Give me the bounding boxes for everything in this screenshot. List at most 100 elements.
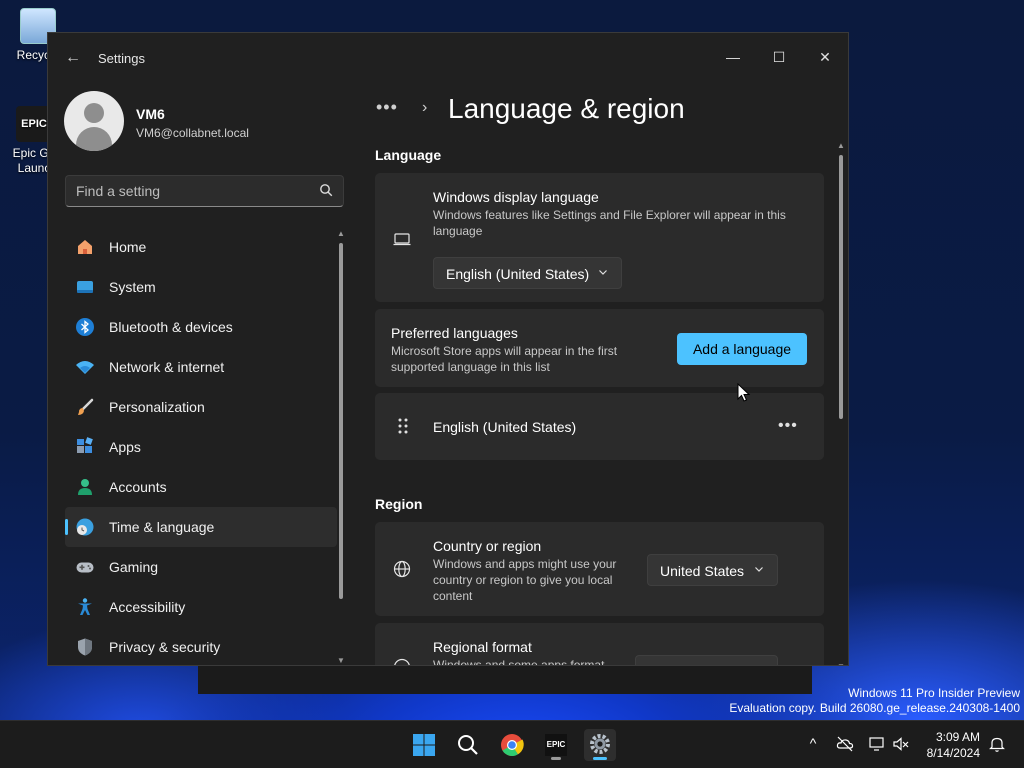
card-title: Regional format	[433, 639, 532, 655]
country-region-card: Country or region Windows and apps might…	[375, 522, 824, 616]
globe-icon	[393, 560, 411, 578]
drag-handle-icon[interactable]	[393, 416, 413, 436]
title-bar: ← Settings — ☐ ✕	[48, 33, 848, 83]
chevron-down-icon	[755, 567, 763, 572]
region-section-heading: Region	[375, 496, 423, 512]
sidebar-item-system[interactable]: System	[65, 267, 337, 307]
country-region-dropdown[interactable]: United States	[647, 554, 778, 586]
language-section-heading: Language	[375, 147, 442, 163]
sidebar-item-bluetooth[interactable]: Bluetooth & devices	[65, 307, 337, 347]
epic-games-taskbar-button[interactable]: EPIC	[540, 729, 572, 761]
sidebar-item-accounts[interactable]: Accounts	[65, 467, 337, 507]
search-icon	[458, 735, 478, 755]
card-description: Microsoft Store apps will appear in the …	[391, 344, 618, 374]
running-indicator	[551, 757, 561, 760]
brush-icon	[78, 398, 94, 415]
minimize-button[interactable]: —	[710, 41, 756, 73]
search-input[interactable]	[76, 183, 306, 199]
card-title: Windows display language	[433, 189, 599, 205]
active-indicator	[65, 519, 68, 535]
sidebar-item-label: Time & language	[109, 519, 215, 535]
gaming-icon	[76, 562, 94, 573]
home-icon	[78, 240, 92, 254]
sidebar-item-home[interactable]: Home	[65, 227, 337, 267]
sidebar-item-label: Accessibility	[109, 599, 186, 615]
user-profile[interactable]: VM6 VM6@collabnet.local	[64, 91, 364, 155]
breadcrumb-overflow-button[interactable]: •••	[376, 97, 398, 118]
sidebar-item-label: System	[109, 279, 156, 295]
user-email: VM6@collabnet.local	[136, 126, 249, 140]
settings-window: ← Settings — ☐ ✕ VM6 VM6@collabnet.local…	[47, 32, 849, 666]
sidebar-item-time-language[interactable]: Time & language	[65, 507, 337, 547]
sidebar-item-apps[interactable]: Apps	[65, 427, 337, 467]
scrollbar-thumb[interactable]	[339, 243, 343, 599]
more-options-button[interactable]: •••	[778, 417, 798, 435]
preferred-languages-card: Preferred languages Microsoft Store apps…	[375, 309, 824, 387]
sidebar-item-privacy[interactable]: Privacy & security	[65, 627, 337, 665]
search-box[interactable]	[65, 175, 344, 207]
sidebar-item-network[interactable]: Network & internet	[65, 347, 337, 387]
active-indicator	[593, 757, 607, 760]
scroll-down-arrow[interactable]: ▼	[336, 656, 346, 665]
mouse-cursor	[737, 383, 751, 402]
bluetooth-icon	[76, 318, 94, 336]
clock[interactable]: 3:09 AM 8/14/2024	[927, 729, 980, 761]
network-icon[interactable]	[868, 735, 886, 753]
maximize-button[interactable]: ☐	[756, 41, 802, 73]
settings-taskbar-button[interactable]	[584, 729, 616, 761]
sidebar-scrollbar[interactable]: ▲ ▼	[336, 229, 346, 665]
chrome-taskbar-button[interactable]	[496, 729, 528, 761]
sidebar-nav: Home System Bluetooth & devices Network …	[65, 227, 337, 665]
search-taskbar-button[interactable]	[452, 729, 484, 761]
main-scrollbar[interactable]: ▲ ▼	[836, 141, 846, 665]
show-hidden-icons-button[interactable]: ^	[804, 735, 822, 753]
user-name: VM6	[136, 106, 165, 122]
laptop-icon	[393, 233, 411, 246]
card-title: Preferred languages	[391, 325, 518, 341]
clock-date: 8/14/2024	[926, 746, 980, 760]
add-language-button[interactable]: Add a language	[677, 333, 807, 365]
accounts-icon	[78, 479, 92, 495]
search-icon[interactable]	[319, 183, 333, 197]
onedrive-icon[interactable]	[836, 735, 854, 753]
back-button[interactable]: ←	[62, 47, 84, 69]
dropdown-value: United States	[660, 563, 745, 579]
time-language-icon	[76, 518, 94, 536]
page-title: Language & region	[448, 93, 685, 124]
system-icon	[77, 281, 93, 293]
background-window	[198, 666, 812, 694]
sidebar-item-gaming[interactable]: Gaming	[65, 547, 337, 587]
regional-format-card: Regional format Windows and some apps fo…	[375, 623, 824, 666]
display-language-card: Windows display language Windows feature…	[375, 173, 824, 302]
sidebar-item-label: Home	[109, 239, 147, 255]
card-description: Windows and some apps format	[433, 658, 605, 666]
regional-format-dropdown[interactable]	[635, 655, 778, 665]
dropdown-value: English (United States)	[446, 266, 590, 282]
sidebar-item-label: Gaming	[109, 559, 159, 575]
scroll-up-arrow[interactable]: ▲	[336, 229, 346, 238]
sidebar-item-label: Apps	[109, 439, 141, 455]
card-description: Windows and apps might use your country …	[433, 557, 617, 603]
notification-bell-icon[interactable]	[988, 735, 1006, 753]
epic-games-icon: EPIC	[545, 734, 567, 756]
card-title: Country or region	[433, 538, 542, 554]
close-button[interactable]: ✕	[802, 41, 848, 73]
volume-muted-icon[interactable]	[892, 735, 910, 753]
sidebar-item-accessibility[interactable]: Accessibility	[65, 587, 337, 627]
chrome-icon	[501, 734, 524, 756]
watermark-line: Evaluation copy. Build 26080.ge_release.…	[729, 701, 1020, 715]
language-name: English (United States)	[433, 419, 577, 435]
watermark-line: Windows 11 Pro Insider Preview	[848, 686, 1020, 700]
sidebar-item-label: Accounts	[109, 479, 167, 495]
installed-language-row[interactable]: English (United States) •••	[375, 393, 824, 460]
shield-icon	[78, 638, 92, 656]
card-description: Windows features like Settings and File …	[433, 208, 786, 238]
accessibility-icon	[78, 598, 92, 615]
scrollbar-thumb[interactable]	[839, 155, 843, 419]
sidebar-item-personalization[interactable]: Personalization	[65, 387, 337, 427]
start-button[interactable]	[408, 729, 440, 761]
scroll-up-arrow[interactable]: ▲	[836, 141, 846, 150]
scroll-down-arrow[interactable]: ▼	[836, 662, 846, 665]
apps-icon	[77, 437, 93, 453]
display-language-dropdown[interactable]: English (United States)	[433, 257, 622, 289]
